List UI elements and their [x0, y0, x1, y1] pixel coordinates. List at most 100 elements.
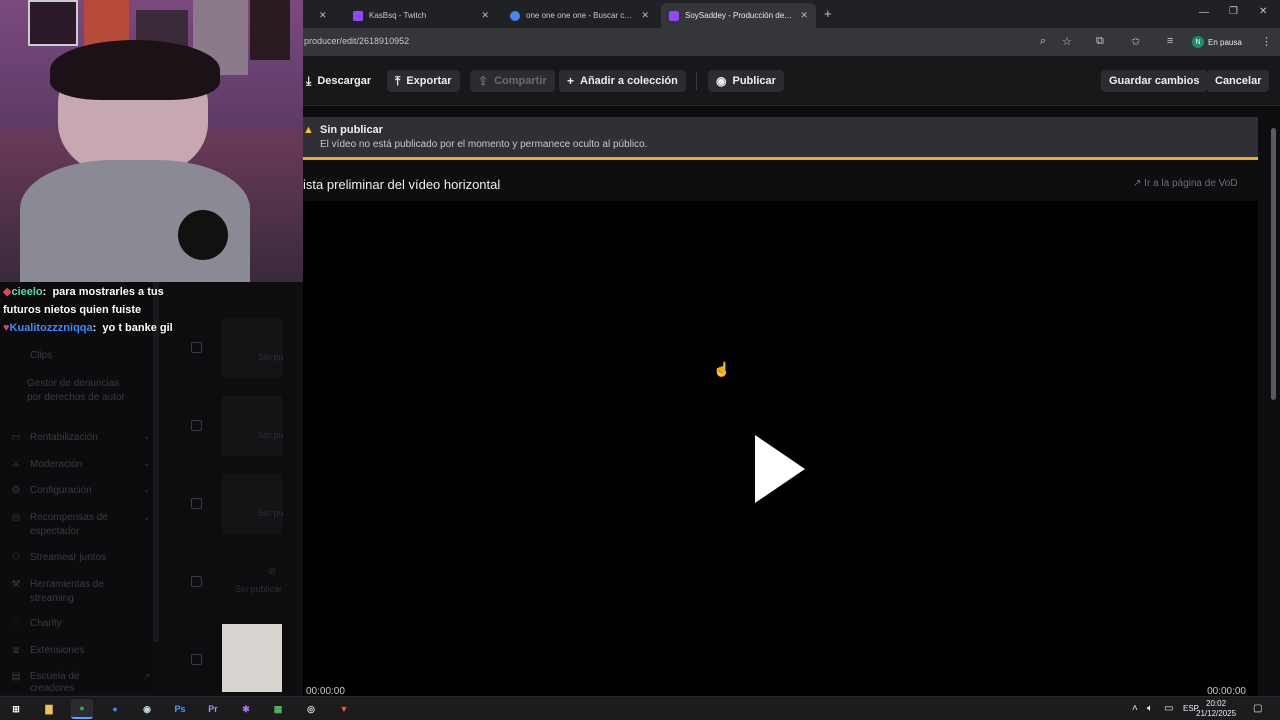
hand-cursor-icon: ☝	[713, 361, 731, 377]
list-item[interactable]: Sin pu	[160, 468, 292, 540]
clock-date: 21/12/2025	[1196, 709, 1237, 718]
wall-poster	[250, 0, 290, 60]
purple-app-icon[interactable]: ✱	[235, 699, 257, 719]
sidebar-item-label: Herramientas de streaming	[30, 579, 104, 604]
puzzle-icon: ⧈	[12, 645, 20, 656]
eye-icon: ◉	[716, 74, 727, 88]
profile-button[interactable]: N En pausa	[1192, 33, 1242, 51]
vod-link-label: Ir a la página de VoD	[1144, 178, 1238, 189]
sidebar-item-creator-school[interactable]: ▤ Escuela de creadores ↗	[10, 671, 150, 695]
minimize-icon[interactable]: —	[1199, 7, 1209, 18]
add-to-collection-button[interactable]: + Añadir a colección	[559, 70, 686, 92]
publish-button[interactable]: ◉ Publicar	[708, 70, 784, 92]
unpublished-warning-banner: ▲ Sin publicar El vídeo no está publicad…	[303, 117, 1258, 160]
new-tab-button[interactable]: +	[824, 6, 832, 21]
chrome-icon[interactable]: ●	[71, 699, 93, 719]
zoom-icon[interactable]: ⌕	[1040, 35, 1046, 48]
network-icon[interactable]: ▭	[1164, 703, 1173, 714]
microphone	[178, 210, 228, 260]
share-button[interactable]: ⇪ Compartir	[470, 70, 555, 92]
clip-thumbnail[interactable]	[222, 474, 282, 534]
page-scrollbar[interactable]	[1271, 128, 1276, 400]
sidebar-item-settings[interactable]: ⚙ Configuración ⌄	[10, 485, 150, 496]
export-button[interactable]: ⤒ Exportar	[387, 70, 460, 92]
list-item[interactable]: Sin pu	[160, 390, 292, 462]
sidebar-item-label: Extensiones	[30, 645, 85, 656]
close-tab-icon[interactable]: ✕	[481, 10, 489, 21]
chat-user: cieelo	[11, 286, 43, 298]
clip-thumbnail[interactable]	[222, 624, 282, 692]
clip-thumbnail[interactable]	[222, 396, 282, 456]
sidebar-item-stream-together[interactable]: ⚇ Streamear juntos	[10, 552, 150, 563]
browser-tab-0[interactable]: ✕	[303, 3, 343, 28]
photoshop-icon[interactable]: Ps	[169, 699, 191, 719]
clock[interactable]: 20:02 21/12/2025	[1196, 699, 1236, 719]
extensions-icon[interactable]: ⧉	[1096, 35, 1104, 48]
vod-page-link[interactable]: ↗ Ir a la página de VoD	[1133, 178, 1238, 189]
share-label: Compartir	[494, 75, 547, 87]
tab-label: KasBsq - Twitch	[369, 11, 427, 20]
sidebar-item-rewards[interactable]: ◎ Recompensas de espectador ⌄	[10, 511, 150, 539]
minecraft-icon[interactable]: ▦	[267, 699, 289, 719]
close-window-icon[interactable]: ✕	[1259, 6, 1267, 17]
list-item[interactable]	[160, 624, 292, 696]
reward-icon: ◎	[11, 512, 21, 523]
sidebar-item-label: Configuración	[30, 485, 92, 496]
steam-icon[interactable]: ◉	[136, 699, 158, 719]
bookmark-star-icon[interactable]: ☆	[1062, 35, 1072, 48]
chevron-up-icon[interactable]: ˄	[1132, 703, 1138, 714]
sidebar-item-copyright[interactable]: Gestor de denuncias por derechos de auto…	[27, 377, 127, 405]
premiere-icon[interactable]: Pr	[202, 699, 224, 719]
chevron-down-icon: ⌄	[143, 485, 150, 494]
arrow-up-right-icon: ↗	[1133, 178, 1142, 189]
clip-checkbox[interactable]	[191, 576, 202, 587]
cancel-button[interactable]: Cancelar	[1207, 70, 1270, 92]
browser-tab-google[interactable]: one one one one - Buscar con G ✕	[502, 3, 657, 28]
list-item[interactable]: ⊘ Sin publicar	[160, 546, 292, 618]
add-collection-label: Añadir a colección	[580, 75, 678, 87]
browser-tab-producer[interactable]: SoySaddey - Producción de vídeo ✕	[661, 3, 816, 28]
menu-dots-icon[interactable]: ⋮	[1261, 35, 1272, 48]
speaker-icon[interactable]: 🔈︎	[1147, 703, 1153, 714]
save-changes-button[interactable]: Guardar cambios	[1101, 70, 1208, 92]
tab-label: SoySaddey - Producción de vídeo	[685, 11, 793, 20]
notifications-icon[interactable]: ▢	[1253, 703, 1262, 714]
clip-checkbox[interactable]	[191, 342, 202, 353]
avatar: N	[1192, 36, 1204, 48]
sidebar-item-moderation[interactable]: ⚔ Moderación ⌄	[10, 459, 150, 470]
upload-icon: ⤒	[395, 73, 401, 88]
chrome-profile-icon[interactable]: ●	[104, 699, 126, 719]
close-tab-icon[interactable]: ✕	[641, 10, 649, 21]
clip-status: Sin pu	[258, 352, 284, 362]
clip-thumbnail[interactable]	[222, 318, 282, 378]
media-icon[interactable]: ≡	[1167, 35, 1173, 47]
url-field[interactable]: producer/edit/2618910952	[304, 36, 409, 46]
clip-checkbox[interactable]	[191, 498, 202, 509]
sidebar-item-streaming-tools[interactable]: ⚒ Herramientas de streaming	[10, 578, 150, 606]
clip-checkbox[interactable]	[191, 420, 202, 431]
download-icon: ⤓	[306, 73, 312, 88]
sidebar-item-monetization[interactable]: ▭ Rentabilización ⌄	[10, 432, 150, 443]
browser-tab-kasbsq[interactable]: KasBsq - Twitch ✕	[345, 3, 497, 28]
sidebar-item-clips[interactable]: Clips	[10, 350, 150, 361]
close-tab-icon[interactable]: ✕	[319, 10, 327, 21]
download-button[interactable]: ⤓ Descargar	[298, 70, 379, 92]
chat-overlay: ◆cieelo: para mostrarles a tus futuros n…	[3, 283, 183, 337]
obs-icon[interactable]: ◎	[300, 699, 322, 719]
warning-text: El vídeo no está publicado por el moment…	[320, 139, 648, 150]
close-tab-icon[interactable]: ✕	[800, 10, 808, 21]
sidebar-item-charity[interactable]: ♡ Charity	[10, 618, 150, 629]
warning-title: Sin publicar	[320, 124, 383, 136]
sidebar-item-extensions[interactable]: ⧈ Extensiones	[10, 645, 150, 656]
clip-checkbox[interactable]	[191, 654, 202, 665]
favorites-icon[interactable]: ✩	[1131, 35, 1140, 48]
video-player[interactable]: 00:00:00 00:00:00 ☝	[303, 201, 1258, 697]
windows-start-icon[interactable]: ⊞	[5, 699, 27, 719]
chevron-down-icon: ⌄	[143, 459, 150, 468]
publish-label: Publicar	[732, 75, 776, 87]
brave-icon[interactable]: ▼	[333, 699, 355, 719]
restore-icon[interactable]: ❐	[1229, 6, 1238, 17]
clip-list: Sin pu Sin pu Sin pu ⊘ Sin publicar	[160, 282, 292, 692]
file-explorer-icon[interactable]: ▇	[38, 699, 60, 719]
play-icon[interactable]	[755, 435, 805, 503]
